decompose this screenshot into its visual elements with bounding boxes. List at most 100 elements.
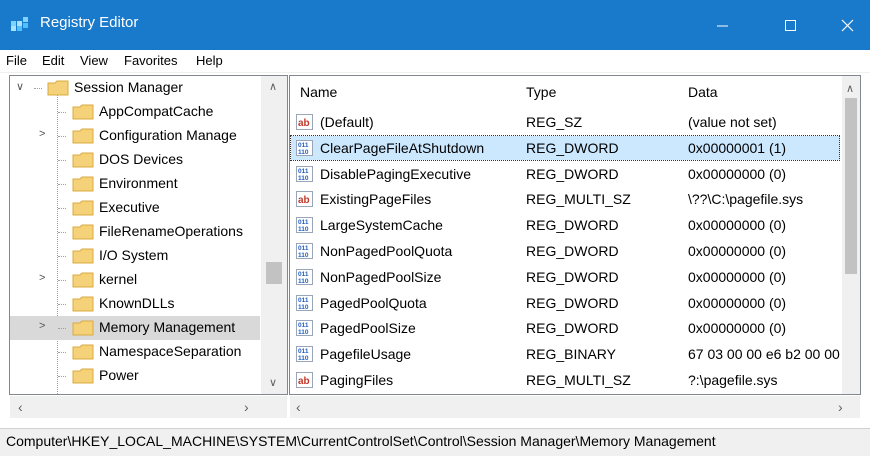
- tree-item[interactable]: DOS Devices: [10, 148, 260, 172]
- folder-icon: [72, 224, 94, 240]
- svg-text:110: 110: [298, 226, 309, 233]
- value-name: LargeSystemCache: [320, 217, 443, 233]
- value-data: ?:\pagefile.sys: [688, 372, 778, 388]
- column-header-name[interactable]: Name: [300, 84, 337, 100]
- tree-item-label: DOS Devices: [99, 151, 184, 167]
- tree-item-label: I/O System: [99, 247, 169, 263]
- binary-value-icon: 011110: [296, 217, 313, 233]
- table-row[interactable]: 011 110 PagedPoolSize REG_DWORD 0x00000000 (…: [291, 316, 840, 340]
- tree-connector: [58, 232, 66, 233]
- value-name: DisablePagingExecutive: [320, 166, 471, 182]
- expand-chevron-icon[interactable]: >: [39, 272, 51, 286]
- tree-item-session-manager[interactable]: ∨ Session Manager: [10, 76, 260, 100]
- tree-connector: [58, 280, 66, 281]
- scroll-down-arrow-icon[interactable]: ∨: [269, 376, 277, 389]
- scroll-up-arrow-icon[interactable]: ∧: [846, 82, 854, 95]
- svg-text:011: 011: [298, 219, 309, 226]
- tree-connector: [58, 184, 66, 185]
- binary-value-icon: 011110: [296, 243, 313, 259]
- minimize-button[interactable]: [700, 0, 746, 50]
- tree-item[interactable]: KnownDLLs: [10, 292, 260, 316]
- table-row[interactable]: 011 110 DisablePagingExecutive REG_DWORD 0x0…: [291, 162, 840, 186]
- values-list[interactable]: Name Type Data ab (Default) REG_SZ (value n…: [289, 75, 861, 395]
- scroll-left-arrow-icon[interactable]: ‹: [296, 399, 301, 415]
- registry-editor-icon: [11, 17, 28, 31]
- list-vertical-scrollbar[interactable]: ∧: [842, 76, 860, 394]
- svg-text:011: 011: [298, 271, 309, 278]
- tree-item[interactable]: Executive: [10, 196, 260, 220]
- binary-value-icon: 011110: [296, 269, 313, 285]
- close-button[interactable]: [826, 0, 870, 50]
- svg-text:110: 110: [298, 149, 309, 156]
- svg-text:011: 011: [298, 245, 309, 252]
- menu-view[interactable]: View: [80, 53, 108, 68]
- value-name: PagefileUsage: [320, 346, 412, 362]
- value-type: REG_DWORD: [526, 243, 619, 259]
- list-horizontal-scrollbar[interactable]: ‹ ›: [290, 396, 860, 418]
- value-name: NonPagedPoolQuota: [320, 243, 453, 259]
- value-type: REG_SZ: [526, 114, 583, 130]
- tree-item[interactable]: NamespaceSeparation: [10, 340, 260, 364]
- svg-text:011: 011: [298, 297, 309, 304]
- tree-item-label: KnownDLLs: [99, 295, 175, 311]
- table-row[interactable]: 011 110 PagefileUsage REG_BINARY 67 03 00 00…: [291, 342, 851, 366]
- table-row[interactable]: 011 110 PagedPoolQuota REG_DWORD 0x00000000 …: [291, 291, 840, 315]
- table-row[interactable]: 011 110 ClearPageFileAtShutdown REG_DWORD 0x…: [290, 135, 840, 161]
- table-row[interactable]: ab PagingFiles REG_MULTI_SZ ?:\pagefile.sys: [291, 368, 840, 392]
- value-type: REG_DWORD: [526, 269, 619, 285]
- tree-item[interactable]: > Configuration Manage: [10, 124, 260, 148]
- tree-vertical-scrollbar[interactable]: ∧ ∨: [261, 76, 287, 394]
- maximize-button[interactable]: [766, 0, 812, 50]
- value-name: ClearPageFileAtShutdown: [320, 140, 485, 156]
- binary-value-icon: 011110: [296, 346, 313, 362]
- table-row[interactable]: 011 110 NonPagedPoolSize REG_DWORD 0x0000000…: [291, 265, 840, 289]
- tree-item[interactable]: FileRenameOperations: [10, 220, 260, 244]
- key-tree[interactable]: ∨ Session Manager AppCompatCache > Configu…: [9, 75, 288, 395]
- scroll-thumb[interactable]: [845, 98, 857, 274]
- tree-connector: [58, 256, 66, 257]
- column-header-data[interactable]: Data: [688, 84, 718, 100]
- folder-icon: [72, 104, 94, 120]
- column-header-type[interactable]: Type: [526, 84, 556, 100]
- binary-value-icon: 011110: [296, 166, 313, 182]
- tree-horizontal-scrollbar[interactable]: ‹ ›: [10, 396, 287, 418]
- scroll-left-arrow-icon[interactable]: ‹: [18, 399, 23, 415]
- expand-chevron-icon[interactable]: >: [39, 320, 51, 334]
- tree-item[interactable]: > Memory Management: [10, 316, 260, 340]
- scroll-thumb[interactable]: [266, 262, 282, 284]
- svg-text:011: 011: [298, 348, 309, 355]
- table-row[interactable]: 011 110 LargeSystemCache REG_DWORD 0x0000000…: [291, 213, 840, 237]
- value-name: (Default): [320, 114, 374, 130]
- value-data: 0x00000001 (1): [688, 140, 787, 156]
- menu-favorites[interactable]: Favorites: [124, 53, 177, 68]
- svg-text:110: 110: [298, 252, 309, 259]
- title-bar[interactable]: Registry Editor: [0, 0, 870, 50]
- table-row[interactable]: ab (Default) REG_SZ (value not set): [291, 110, 840, 134]
- scroll-right-arrow-icon[interactable]: ›: [838, 399, 843, 415]
- tree-item[interactable]: Power: [10, 364, 260, 388]
- value-type: REG_DWORD: [526, 140, 619, 156]
- scroll-right-arrow-icon[interactable]: ›: [244, 399, 249, 415]
- value-type: REG_MULTI_SZ: [526, 372, 631, 388]
- folder-icon: [72, 272, 94, 288]
- expand-chevron-icon[interactable]: >: [39, 128, 51, 142]
- svg-text:011: 011: [298, 142, 309, 149]
- tree-connector: [58, 136, 66, 137]
- tree-item[interactable]: > kernel: [10, 268, 260, 292]
- menu-file[interactable]: File: [6, 53, 27, 68]
- tree-item[interactable]: I/O System: [10, 244, 260, 268]
- close-icon: [841, 19, 854, 32]
- collapse-chevron-icon[interactable]: ∨: [16, 80, 28, 94]
- key-path: Computer\HKEY_LOCAL_MACHINE\SYSTEM\Curre…: [6, 433, 716, 449]
- maximize-icon: [785, 20, 796, 31]
- scroll-up-arrow-icon[interactable]: ∧: [269, 80, 277, 93]
- tree-item[interactable]: Environment: [10, 172, 260, 196]
- table-row[interactable]: ab ExistingPageFiles REG_MULTI_SZ \??\C:\pa…: [291, 187, 840, 211]
- tree-item[interactable]: AppCompatCache: [10, 100, 260, 124]
- menu-help[interactable]: Help: [196, 53, 223, 68]
- value-data: 0x00000000 (0): [688, 295, 787, 311]
- menu-edit[interactable]: Edit: [42, 53, 64, 68]
- folder-icon: [72, 176, 94, 192]
- table-row[interactable]: 011 110 NonPagedPoolQuota REG_DWORD 0x000000…: [291, 239, 840, 263]
- value-type: REG_DWORD: [526, 166, 619, 182]
